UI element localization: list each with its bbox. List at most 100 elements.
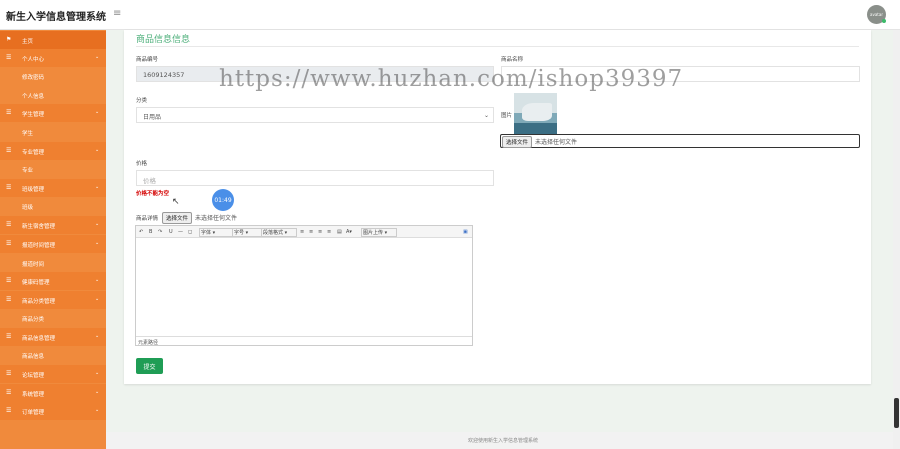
chevron-down-icon: ⌄ — [95, 109, 100, 115]
name-label: 商品名称 — [501, 57, 524, 63]
sidebar-item-10[interactable]: ☰ 新生宿舍管理 ⌄ — [0, 216, 106, 234]
clear-format-icon[interactable]: ◻ — [188, 229, 192, 235]
chevron-down-icon: ⌄ — [95, 147, 100, 153]
menu-toggle-icon[interactable]: ≡ — [113, 8, 121, 19]
font-color-icon[interactable]: A▾ — [346, 229, 352, 235]
chevron-down-icon: ⌄ — [95, 296, 100, 302]
sidebar-item-11[interactable]: ☰ 报道时间管理 ⌄ — [0, 235, 106, 253]
sidebar-item-12[interactable]: 报道时间 — [0, 254, 106, 272]
sidebar-item-label: 班级管理 — [22, 187, 45, 193]
chevron-down-icon: ⌄ — [95, 407, 100, 413]
online-status-dot — [882, 19, 886, 23]
align-justify-icon[interactable]: ≡ — [327, 229, 331, 235]
sidebar-item-label: 专业 — [22, 168, 34, 174]
sidebar-item-7[interactable]: 专业 — [0, 160, 106, 178]
sidebar-item-2[interactable]: 修改密码 — [0, 67, 106, 85]
menu-icon: ☰ — [6, 333, 12, 340]
image-file-status: 未选择任何文件 — [534, 139, 577, 146]
sidebar-item-label: 商品信息管理 — [22, 336, 56, 342]
category-select[interactable]: 日用品 ⌄ — [136, 107, 494, 123]
chevron-down-icon: ⌄ — [95, 370, 100, 376]
paragraph-select[interactable]: 段落格式 ▾ — [261, 228, 297, 237]
price-input[interactable]: 价格 — [136, 170, 494, 186]
sidebar-item-label: 订单管理 — [22, 410, 45, 416]
menu-icon: ☰ — [6, 54, 12, 61]
menu-icon: ☰ — [6, 221, 12, 228]
sidebar-item-20[interactable]: ☰ 订单管理 ⌄ — [0, 402, 106, 420]
align-right-icon[interactable]: ≡ — [318, 229, 322, 235]
menu-icon: ☰ — [6, 147, 12, 154]
align-left-icon[interactable]: ≡ — [300, 229, 304, 235]
sidebar-item-6[interactable]: ☰ 专业管理 ⌄ — [0, 142, 106, 160]
sidebar-item-label: 新生宿舍管理 — [22, 224, 56, 230]
redo-icon[interactable]: ↷ — [158, 229, 162, 235]
chevron-down-icon: ⌄ — [95, 277, 100, 283]
chevron-down-icon: ⌄ — [95, 333, 100, 339]
underline-icon[interactable]: U — [169, 229, 173, 235]
flag-icon: ⚑ — [6, 36, 12, 43]
sidebar-item-label: 专业管理 — [22, 150, 45, 156]
sidebar-item-17[interactable]: 商品信息 — [0, 346, 106, 364]
sidebar-item-1[interactable]: ☰ 个人中心 ⌄ — [0, 49, 106, 67]
detail-file-status: 未选择任何文件 — [194, 215, 237, 222]
sidebar-item-4[interactable]: ☰ 学生管理 ⌄ — [0, 104, 106, 122]
detail-file-input[interactable]: 选择文件 未选择任何文件 — [161, 211, 237, 225]
scrollbar-track[interactable] — [893, 30, 900, 449]
timer-badge: 01:49 — [212, 189, 234, 211]
sidebar-item-label: 学生 — [22, 131, 34, 137]
chevron-down-icon: ⌄ — [95, 389, 100, 395]
sidebar-item-18[interactable]: ☰ 论坛管理 ⌄ — [0, 365, 106, 383]
category-label: 分类 — [136, 98, 148, 104]
sidebar-item-16[interactable]: ☰ 商品信息管理 ⌄ — [0, 328, 106, 346]
undo-icon[interactable]: ↶ — [139, 229, 143, 235]
scrollbar-thumb[interactable] — [894, 398, 899, 428]
sidebar-item-label: 健康码管理 — [22, 280, 50, 286]
font-size-select[interactable]: 字号 ▾ — [232, 228, 262, 237]
image-file-button[interactable]: 选择文件 — [502, 136, 533, 148]
chevron-down-icon: ⌄ — [95, 184, 100, 190]
sidebar-item-label: 系统管理 — [22, 392, 45, 398]
sidebar-item-15[interactable]: 商品分类 — [0, 309, 106, 327]
app-title: 新生入学信息管理系统 — [6, 12, 106, 23]
bold-icon[interactable]: B — [149, 229, 152, 235]
sidebar-item-label: 报道时间 — [22, 262, 45, 268]
image-file-input[interactable]: 选择文件 未选择任何文件 — [500, 134, 860, 148]
sidebar-item-13[interactable]: ☰ 健康码管理 ⌄ — [0, 272, 106, 290]
submit-button[interactable]: 提交 — [136, 358, 163, 374]
sidebar-item-label: 报道时间管理 — [22, 243, 56, 249]
horizontal-rule-icon[interactable]: — — [178, 229, 183, 235]
chevron-down-icon: ⌄ — [95, 54, 100, 60]
sidebar-item-9[interactable]: 班级 — [0, 197, 106, 215]
rich-text-editor[interactable]: ↶ B ↷ U — ◻ 字体 ▾ 字号 ▾ 段落格式 ▾ ≡ ≡ ≡ ≡ ▤ A… — [135, 225, 473, 346]
watermark-text: https://www.huzhan.com/ishop39397 — [219, 66, 684, 92]
sidebar-item-14[interactable]: ☰ 商品分类管理 ⌄ — [0, 291, 106, 309]
menu-icon: ☰ — [6, 109, 12, 116]
detail-label: 商品详情 — [136, 216, 159, 222]
list-icon[interactable]: ▤ — [337, 229, 342, 235]
align-center-icon[interactable]: ≡ — [309, 229, 313, 235]
font-family-select[interactable]: 字体 ▾ — [199, 228, 233, 237]
product-image-preview — [514, 93, 557, 134]
menu-icon: ☰ — [6, 277, 12, 284]
sidebar-item-8[interactable]: ☰ 班级管理 ⌄ — [0, 179, 106, 197]
fullscreen-icon[interactable]: ▣ — [463, 229, 468, 235]
sidebar-item-0[interactable]: ⚑ 主页 — [0, 31, 106, 49]
editor-toolbar: ↶ B ↷ U — ◻ 字体 ▾ 字号 ▾ 段落格式 ▾ ≡ ≡ ≡ ≡ ▤ A… — [136, 226, 472, 238]
detail-file-button[interactable]: 选择文件 — [162, 212, 193, 224]
sidebar-item-3[interactable]: 个人信息 — [0, 86, 106, 104]
chevron-down-icon: ⌄ — [483, 112, 489, 119]
insert-image-select[interactable]: 图片上传 ▾ — [361, 228, 397, 237]
title-divider — [136, 46, 859, 47]
menu-icon: ☰ — [6, 389, 12, 396]
sidebar: ⚑ 主页 ☰ 个人中心 ⌄ 修改密码 个人信息 ☰ 学生管理 ⌄ 学生 ☰ 专业管理 ⌄ 专业 ☰ 班级管理 ⌄ 班… — [0, 30, 106, 449]
chevron-down-icon: ⌄ — [95, 240, 100, 246]
sidebar-item-label: 个人中心 — [22, 57, 45, 63]
chevron-down-icon: ⌄ — [95, 221, 100, 227]
editor-status-bar: 元素路径 — [136, 336, 472, 346]
sidebar-item-19[interactable]: ☰ 系统管理 ⌄ — [0, 384, 106, 402]
footer: 欢迎使用新生入学信息管理系统 — [106, 432, 900, 449]
sidebar-item-5[interactable]: 学生 — [0, 123, 106, 141]
price-error-message: 价格不能为空 — [136, 191, 170, 197]
category-value: 日用品 — [143, 114, 162, 121]
mouse-cursor-icon: ↖ — [172, 197, 180, 207]
